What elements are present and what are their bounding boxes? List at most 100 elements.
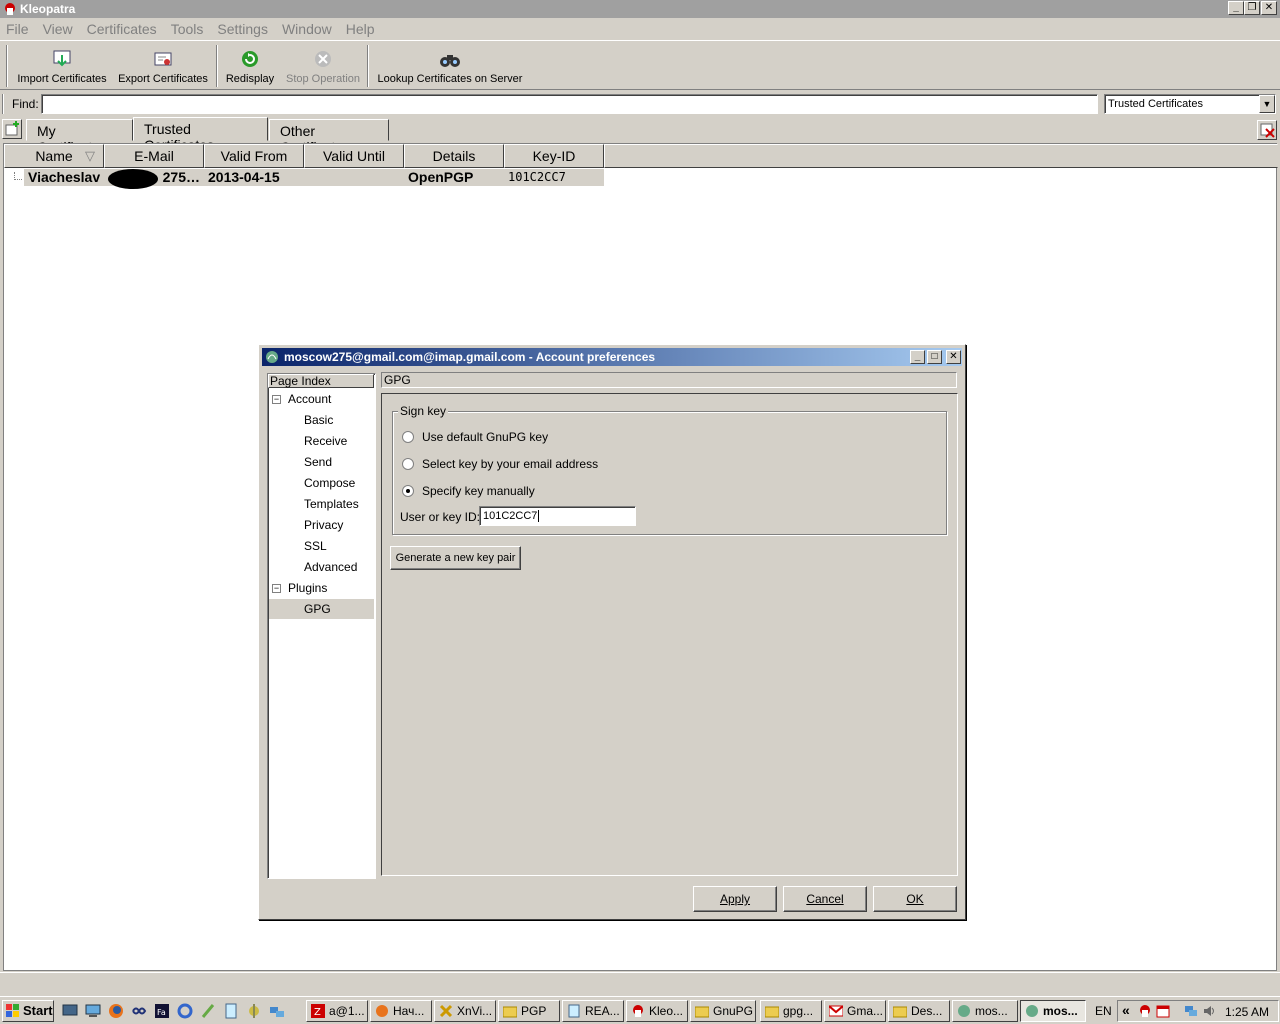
document-icon	[568, 1004, 580, 1018]
redisplay-button[interactable]: Redisplay	[222, 45, 278, 89]
brush-icon[interactable]	[200, 1003, 216, 1019]
tree-item-plugins[interactable]: Plugins	[288, 581, 327, 595]
tree-item-advanced[interactable]: Advanced	[304, 560, 357, 574]
toolbar: Import Certificates Export Certificates …	[0, 40, 1280, 90]
menu-certificates[interactable]: Certificates	[87, 21, 157, 37]
account-expander-icon[interactable]: −	[272, 395, 281, 404]
column-valid-from[interactable]: Valid From	[204, 144, 304, 168]
specify-key-manually-label[interactable]: Specify key manually	[422, 484, 535, 498]
tree-item-gpg[interactable]: GPG	[304, 602, 331, 616]
network-tray-icon[interactable]	[1184, 1004, 1198, 1018]
tab-other-certificates[interactable]: Other Certificates	[269, 119, 389, 155]
tree-item-privacy[interactable]: Privacy	[304, 518, 343, 532]
menu-view[interactable]: View	[43, 21, 73, 37]
taskbar-task-gpg-folder[interactable]: gpg...	[760, 1000, 822, 1022]
findbar-grip	[2, 94, 4, 114]
tree-item-ssl[interactable]: SSL	[304, 539, 327, 553]
kleopatra-tray-icon[interactable]	[1138, 1004, 1152, 1018]
select-key-by-email-label[interactable]: Select key by your email address	[422, 457, 598, 471]
volume-tray-icon[interactable]	[1202, 1004, 1216, 1018]
new-tab-button[interactable]	[2, 119, 22, 139]
use-default-key-radio[interactable]	[402, 431, 414, 443]
column-key-id[interactable]: Key-ID	[504, 144, 604, 168]
tree-item-compose[interactable]: Compose	[304, 476, 355, 490]
export-certificates-button[interactable]: Export Certificates	[116, 45, 210, 89]
tray-expand-icon[interactable]: «	[1122, 1002, 1130, 1018]
menu-tools[interactable]: Tools	[171, 21, 204, 37]
infinity-icon[interactable]	[131, 1003, 147, 1019]
menu-window[interactable]: Window	[282, 21, 332, 37]
start-button[interactable]: Start	[2, 1000, 54, 1022]
computer-icon[interactable]	[85, 1003, 101, 1019]
find-input[interactable]	[41, 94, 1098, 114]
menu-settings[interactable]: Settings	[217, 21, 268, 37]
tab-trusted-certificates[interactable]: Trusted Certificates	[133, 117, 268, 153]
restore-button[interactable]: ❐	[1244, 1, 1260, 15]
internet-explorer-icon[interactable]	[177, 1003, 193, 1019]
language-indicator[interactable]: EN	[1095, 1004, 1112, 1018]
firefox-icon[interactable]	[108, 1003, 124, 1019]
taskbar-task-filezilla[interactable]: Za@1...	[306, 1000, 368, 1022]
column-details[interactable]: Details	[404, 144, 504, 168]
dialog-title: moscow275@gmail.com@imap.gmail.com - Acc…	[284, 350, 656, 364]
taskbar-task-sylpheed-main[interactable]: mos...	[952, 1000, 1018, 1022]
menu-help[interactable]: Help	[346, 21, 375, 37]
kleopatra-icon	[633, 1005, 643, 1017]
close-button[interactable]: ✕	[1261, 1, 1277, 15]
tools-icon[interactable]	[246, 1003, 262, 1019]
tree-item-account[interactable]: Account	[288, 392, 331, 406]
taskbar-task-readme[interactable]: REA...	[562, 1000, 624, 1022]
tab-my-certificates[interactable]: My Certificates	[26, 119, 133, 155]
far-manager-icon[interactable]: Fa	[154, 1003, 170, 1019]
plugins-expander-icon[interactable]: −	[272, 584, 281, 593]
dialog-titlebar[interactable]: moscow275@gmail.com@imap.gmail.com - Acc…	[262, 348, 962, 366]
system-tray: « 1:25 AM	[1117, 1000, 1279, 1022]
import-certificates-button[interactable]: Import Certificates	[16, 45, 108, 89]
tree-item-templates[interactable]: Templates	[304, 497, 359, 511]
column-valid-until[interactable]: Valid Until	[304, 144, 404, 168]
dialog-close-button[interactable]: ✕	[946, 350, 961, 364]
account-preferences-dialog: moscow275@gmail.com@imap.gmail.com - Acc…	[258, 344, 966, 920]
page-index-tree[interactable]: Page Index − Account Basic Receive Send …	[267, 373, 376, 879]
tree-item-send[interactable]: Send	[304, 455, 332, 469]
calendar-tray-icon[interactable]	[1156, 1004, 1170, 1018]
cell-email: 275…	[104, 169, 204, 189]
minimize-button[interactable]: _	[1228, 1, 1244, 15]
lookup-certificates-button[interactable]: Lookup Certificates on Server	[374, 45, 526, 89]
taskbar-task-gnupg-folder[interactable]: GnuPG	[690, 1000, 756, 1022]
taskbar-task-desktop-folder[interactable]: Des...	[888, 1000, 950, 1022]
dialog-minimize-button[interactable]: _	[910, 350, 925, 364]
sort-indicator-icon: ▽	[85, 148, 95, 163]
cancel-button[interactable]: Cancel	[783, 886, 867, 912]
taskbar-task-sylpheed-prefs[interactable]: mos...	[1020, 1000, 1086, 1022]
notepad-icon[interactable]	[223, 1003, 239, 1019]
network-icon[interactable]	[269, 1003, 285, 1019]
clock[interactable]: 1:25 AM	[1225, 1005, 1269, 1019]
key-id-input[interactable]: 101C2CC7	[479, 506, 636, 526]
main-window-titlebar[interactable]: Kleopatra _ ❐ ✕	[0, 0, 1280, 18]
specify-key-manually-radio[interactable]	[402, 485, 414, 497]
column-name[interactable]: Name ▽	[4, 144, 104, 168]
apply-button[interactable]: Apply	[693, 886, 777, 912]
generate-key-pair-button[interactable]: Generate a new key pair	[390, 546, 521, 570]
taskbar-task-gmail[interactable]: Gma...	[824, 1000, 886, 1022]
dialog-maximize-button[interactable]: □	[927, 350, 942, 364]
tree-line	[14, 172, 22, 180]
show-desktop-icon[interactable]	[62, 1003, 78, 1019]
ok-button[interactable]: OK	[873, 886, 957, 912]
menu-file[interactable]: File	[6, 21, 29, 37]
taskbar-task-pgp-folder[interactable]: PGP	[498, 1000, 560, 1022]
column-email[interactable]: E-Mail	[104, 144, 204, 168]
filezilla-icon: Z	[311, 1004, 325, 1018]
stop-operation-button[interactable]: Stop Operation	[284, 45, 362, 89]
close-tab-button[interactable]	[1257, 120, 1277, 140]
chevron-down-icon[interactable]: ▼	[1259, 95, 1275, 113]
taskbar-task-xnview[interactable]: XnVi...	[434, 1000, 496, 1022]
tree-item-basic[interactable]: Basic	[304, 413, 333, 427]
select-key-by-email-radio[interactable]	[402, 458, 414, 470]
taskbar-task-kleopatra[interactable]: Kleo...	[626, 1000, 688, 1022]
use-default-key-label[interactable]: Use default GnuPG key	[422, 430, 548, 444]
tree-item-receive[interactable]: Receive	[304, 434, 347, 448]
certificate-filter-select[interactable]: Trusted Certificates ▼	[1104, 94, 1276, 114]
taskbar-task-firefox[interactable]: Нач...	[370, 1000, 432, 1022]
